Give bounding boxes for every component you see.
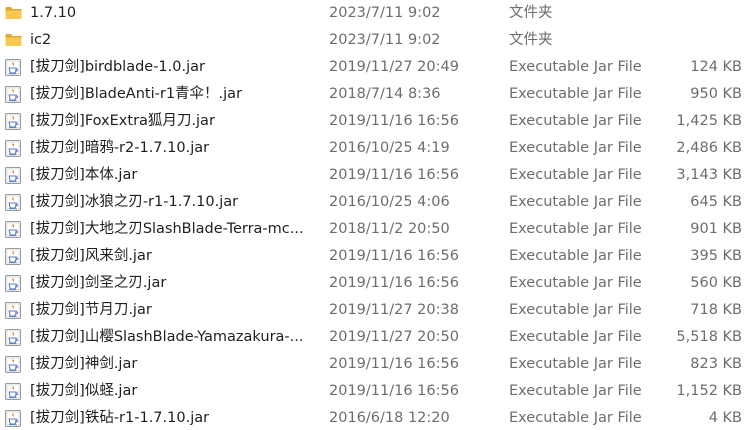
file-date-modified: 2016/6/18 12:20 [329, 410, 450, 426]
file-name: [拔刀剑]暗鸦-r2-1.7.10.jar [30, 140, 210, 156]
file-row[interactable]: [拔刀剑]节月刀.jar 2019/11/27 20:38 Executable J… [0, 297, 752, 324]
java-jar-icon [0, 81, 26, 108]
file-date-modified: 2019/11/27 20:50 [329, 329, 459, 345]
file-size: 560 KB [690, 275, 742, 291]
file-name: [拔刀剑]本体.jar [30, 167, 138, 183]
file-date-modified: 2018/7/14 8:36 [329, 86, 441, 102]
file-name: [拔刀剑]BladeAnti-r1青伞！.jar [30, 86, 243, 102]
file-date-modified: 2019/11/16 16:56 [329, 113, 459, 129]
file-size: 645 KB [690, 194, 742, 210]
file-row[interactable]: [拔刀剑]FoxExtra狐月刀.jar 2019/11/16 16:56 Exec… [0, 108, 752, 135]
file-type: Executable Jar File [509, 59, 642, 75]
file-name: [拔刀剑]大地之刃SlashBlade-Terra-mc... [30, 221, 304, 237]
java-jar-icon [0, 135, 26, 162]
file-type: Executable Jar File [509, 383, 642, 399]
file-type: Executable Jar File [509, 140, 642, 156]
file-name: [拔刀剑]山樱SlashBlade-Yamazakura-... [30, 329, 304, 345]
file-size: 124 KB [690, 59, 742, 75]
file-size: 395 KB [690, 248, 742, 264]
file-type: Executable Jar File [509, 194, 642, 210]
file-size: 1,152 KB [676, 383, 742, 399]
java-jar-icon [0, 378, 26, 405]
file-list: 1.7.10 2023/7/11 9:02 文件夹 ic2 2023/7/11 9:02… [0, 0, 752, 430]
file-name: ic2 [30, 32, 52, 48]
file-row[interactable]: [拔刀剑]暗鸦-r2-1.7.10.jar 2016/10/25 4:19 Exec… [0, 135, 752, 162]
file-name: [拔刀剑]FoxExtra狐月刀.jar [30, 113, 215, 129]
file-row[interactable]: [拔刀剑]铁砧-r1-1.7.10.jar 2016/6/18 12:20 Exec… [0, 405, 752, 430]
file-type: Executable Jar File [509, 275, 642, 291]
file-date-modified: 2016/10/25 4:06 [329, 194, 450, 210]
file-row[interactable]: [拔刀剑]BladeAnti-r1青伞！.jar 2018/7/14 8:36 Ex… [0, 81, 752, 108]
file-date-modified: 2019/11/16 16:56 [329, 248, 459, 264]
file-size: 823 KB [690, 356, 742, 372]
file-type: Executable Jar File [509, 329, 642, 345]
file-size: 5,518 KB [676, 329, 742, 345]
file-name: [拔刀剑]剑圣之刃.jar [30, 275, 167, 291]
file-type: Executable Jar File [509, 356, 642, 372]
java-jar-icon [0, 405, 26, 430]
file-row[interactable]: [拔刀剑]山樱SlashBlade-Yamazakura-... 2019/11/… [0, 324, 752, 351]
folder-icon [0, 0, 26, 27]
file-row[interactable]: [拔刀剑]birdblade-1.0.jar 2019/11/27 20:49 Ex… [0, 54, 752, 81]
file-row[interactable]: [拔刀剑]风来剑.jar 2019/11/16 16:56 Executable J… [0, 243, 752, 270]
file-name: 1.7.10 [30, 5, 77, 21]
file-name: [拔刀剑]风来剑.jar [30, 248, 152, 264]
file-type: 文件夹 [509, 32, 553, 48]
file-type: 文件夹 [509, 5, 553, 21]
java-jar-icon [0, 216, 26, 243]
file-type: Executable Jar File [509, 113, 642, 129]
file-date-modified: 2016/10/25 4:19 [329, 140, 450, 156]
file-name: [拔刀剑]铁砧-r1-1.7.10.jar [30, 410, 210, 426]
file-row[interactable]: [拔刀剑]似蛏.jar 2019/11/16 16:56 Executable Ja… [0, 378, 752, 405]
file-type: Executable Jar File [509, 410, 642, 426]
file-date-modified: 2019/11/27 20:38 [329, 302, 459, 318]
file-name: [拔刀剑]冰狼之刃-r1-1.7.10.jar [30, 194, 239, 210]
file-size: 901 KB [690, 221, 742, 237]
file-date-modified: 2019/11/16 16:56 [329, 275, 459, 291]
file-name: [拔刀剑]神剑.jar [30, 356, 138, 372]
file-row[interactable]: [拔刀剑]剑圣之刃.jar 2019/11/16 16:56 Executable … [0, 270, 752, 297]
file-size: 3,143 KB [676, 167, 742, 183]
file-row[interactable]: [拔刀剑]冰狼之刃-r1-1.7.10.jar 2016/10/25 4:06 Ex… [0, 189, 752, 216]
java-jar-icon [0, 243, 26, 270]
file-date-modified: 2019/11/27 20:49 [329, 59, 459, 75]
file-name: [拔刀剑]节月刀.jar [30, 302, 152, 318]
java-jar-icon [0, 324, 26, 351]
file-date-modified: 2019/11/16 16:56 [329, 356, 459, 372]
file-type: Executable Jar File [509, 86, 642, 102]
folder-icon [0, 27, 26, 54]
file-row[interactable]: ic2 2023/7/11 9:02 文件夹 [0, 27, 752, 54]
file-row[interactable]: [拔刀剑]本体.jar 2019/11/16 16:56 Executable Ja… [0, 162, 752, 189]
file-type: Executable Jar File [509, 167, 642, 183]
java-jar-icon [0, 54, 26, 81]
file-date-modified: 2018/11/2 20:50 [329, 221, 450, 237]
file-type: Executable Jar File [509, 248, 642, 264]
file-name: [拔刀剑]birdblade-1.0.jar [30, 59, 205, 75]
file-size: 950 KB [690, 86, 742, 102]
file-date-modified: 2019/11/16 16:56 [329, 167, 459, 183]
java-jar-icon [0, 351, 26, 378]
file-date-modified: 2023/7/11 9:02 [329, 5, 441, 21]
java-jar-icon [0, 189, 26, 216]
java-jar-icon [0, 108, 26, 135]
file-row[interactable]: 1.7.10 2023/7/11 9:02 文件夹 [0, 0, 752, 27]
file-type: Executable Jar File [509, 221, 642, 237]
file-type: Executable Jar File [509, 302, 642, 318]
file-size: 2,486 KB [676, 140, 742, 156]
java-jar-icon [0, 270, 26, 297]
file-row[interactable]: [拔刀剑]大地之刃SlashBlade-Terra-mc... 2018/11/2… [0, 216, 752, 243]
file-date-modified: 2019/11/16 16:56 [329, 383, 459, 399]
file-size: 718 KB [690, 302, 742, 318]
file-date-modified: 2023/7/11 9:02 [329, 32, 441, 48]
file-row[interactable]: [拔刀剑]神剑.jar 2019/11/16 16:56 Executable Ja… [0, 351, 752, 378]
file-name: [拔刀剑]似蛏.jar [30, 383, 138, 399]
java-jar-icon [0, 297, 26, 324]
file-size: 1,425 KB [676, 113, 742, 129]
java-jar-icon [0, 162, 26, 189]
file-size: 4 KB [708, 410, 742, 426]
